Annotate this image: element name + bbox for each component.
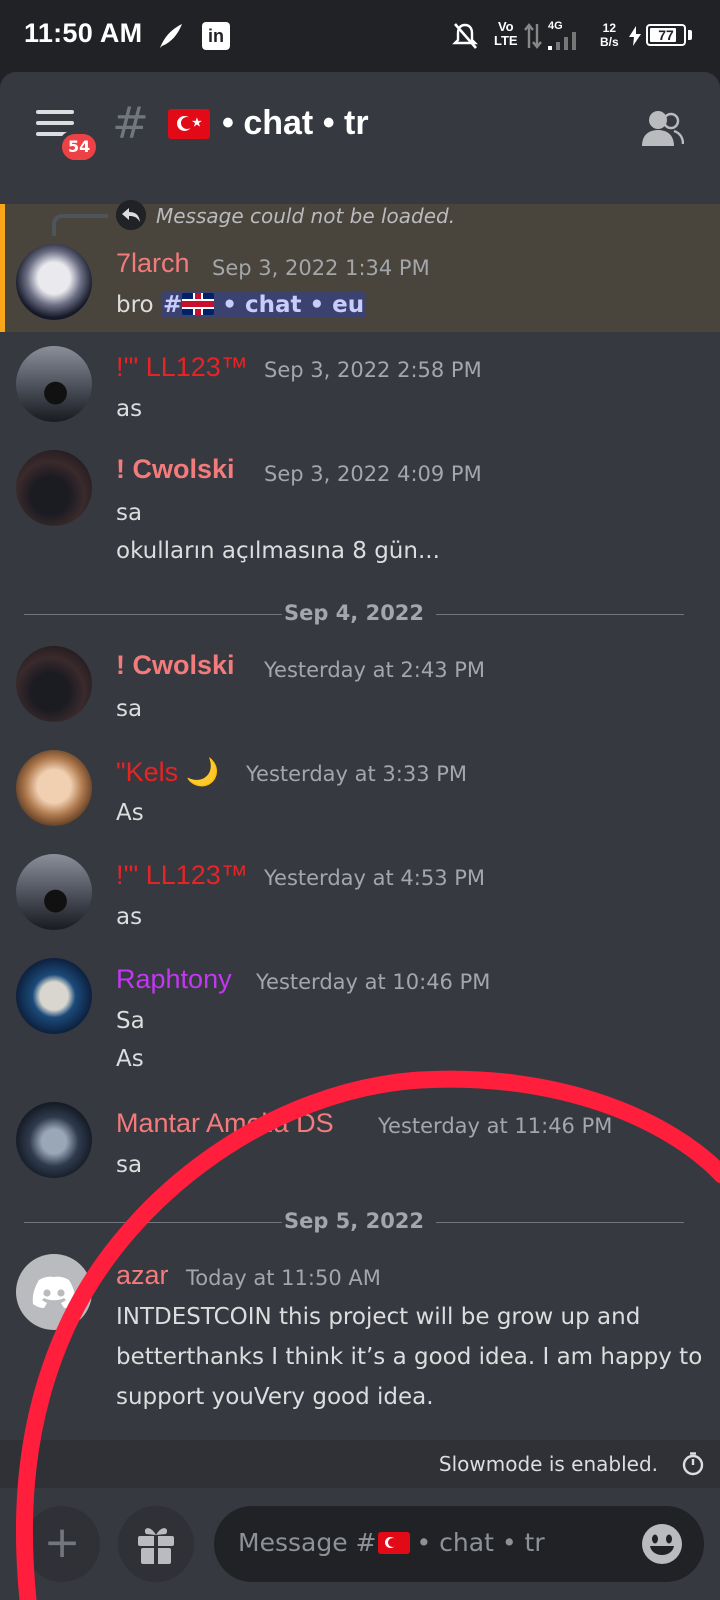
message-line: As	[116, 1046, 144, 1072]
emoji-icon[interactable]	[640, 1522, 684, 1566]
message-line: as	[116, 904, 143, 930]
placeholder-prefix: Message #	[238, 1528, 377, 1557]
message-line: betterthanks I think it’s a good idea. I…	[116, 1344, 703, 1370]
avatar[interactable]	[16, 646, 92, 722]
discord-logo-icon	[32, 1276, 76, 1308]
status-time: 11:50 AM	[24, 18, 143, 48]
slowmode-text: Slowmode is enabled.	[438, 1452, 658, 1476]
turkey-flag-icon	[378, 1531, 411, 1554]
reply-icon	[116, 200, 146, 230]
message-line: Sa	[116, 1008, 145, 1034]
username[interactable]: 7larch	[116, 248, 190, 279]
timestamp: Yesterday at 10:46 PM	[256, 970, 491, 994]
username[interactable]: Raphtony	[116, 964, 232, 995]
date-divider: Sep 5, 2022	[24, 1208, 684, 1238]
timestamp: Yesterday at 2:43 PM	[264, 658, 486, 682]
feather-icon	[160, 24, 182, 48]
timer-icon	[682, 1452, 704, 1476]
mention-label: • chat • eu	[222, 292, 365, 318]
message-line: bro	[116, 292, 154, 318]
message-line: sa	[116, 1152, 143, 1178]
add-attachment-button[interactable]: +	[24, 1506, 100, 1582]
channel-name: • chat • tr	[222, 104, 369, 142]
battery-icon: 77	[646, 24, 686, 46]
message-line: as	[116, 396, 143, 422]
timestamp: Sep 3, 2022 2:58 PM	[264, 358, 482, 382]
channel-mention[interactable]: # • chat • eu	[160, 292, 367, 318]
message-composer: + Message # • chat • tr	[0, 1488, 720, 1600]
battery-level: 77	[658, 27, 674, 43]
gift-icon	[138, 1528, 174, 1564]
message-input-placeholder: Message # • chat • tr	[238, 1528, 545, 1557]
username[interactable]: !'" LL123™	[116, 352, 248, 383]
avatar[interactable]	[16, 346, 92, 422]
volte-indicator: Vo LTE	[494, 19, 518, 48]
linkedin-icon: in	[202, 22, 230, 50]
date-divider: Sep 4, 2022	[24, 600, 684, 630]
username[interactable]: ! Cwolski	[116, 454, 235, 485]
avatar[interactable]	[16, 1254, 92, 1330]
timestamp: Sep 3, 2022 4:09 PM	[264, 462, 482, 486]
message-line: As	[116, 800, 144, 826]
username[interactable]: ! Cwolski	[116, 650, 235, 681]
timestamp: Sep 3, 2022 1:34 PM	[212, 256, 430, 280]
username[interactable]: "Kels 🌙	[116, 756, 219, 788]
timestamp: Yesterday at 3:33 PM	[246, 762, 468, 786]
avatar[interactable]	[16, 1102, 92, 1178]
unread-badge: 54	[58, 130, 101, 164]
reply-preview-text: Message could not be loaded.	[156, 204, 456, 228]
username[interactable]: Mantar Amelia DS	[116, 1108, 334, 1139]
message-line: sa	[116, 696, 143, 722]
avatar[interactable]	[16, 450, 92, 526]
avatar[interactable]	[16, 854, 92, 930]
message-line: sa	[116, 500, 143, 526]
timestamp: Yesterday at 11:46 PM	[378, 1114, 613, 1138]
members-icon[interactable]	[640, 108, 684, 148]
uk-flag-icon	[182, 293, 215, 315]
data-arrows-icon	[524, 23, 542, 49]
message-list[interactable]: Message could not be loaded. 7larch Sep …	[0, 184, 720, 1440]
turkey-flag-icon: ★	[168, 108, 210, 139]
timestamp: Today at 11:50 AM	[186, 1266, 381, 1290]
hashtag-icon: #	[112, 98, 149, 149]
mute-notification-icon	[452, 23, 478, 49]
net-speed: 12 B/s	[600, 21, 619, 49]
message-line: INTDESTCOIN this project will be grow up…	[116, 1304, 641, 1330]
date-divider-label: Sep 4, 2022	[283, 601, 425, 625]
date-divider-label: Sep 5, 2022	[283, 1209, 425, 1233]
charging-icon	[629, 26, 641, 46]
avatar[interactable]	[16, 244, 92, 320]
placeholder-channel: • chat • tr	[416, 1528, 545, 1557]
reply-connector	[52, 214, 108, 236]
avatar[interactable]	[16, 958, 92, 1034]
gift-button[interactable]	[118, 1506, 194, 1582]
message-line: support youVery good idea.	[116, 1384, 434, 1410]
slowmode-bar: Slowmode is enabled.	[0, 1440, 720, 1488]
channel-title[interactable]: ★ • chat • tr	[168, 104, 369, 143]
message-input[interactable]: Message # • chat • tr	[214, 1506, 704, 1582]
timestamp: Yesterday at 4:53 PM	[264, 866, 486, 890]
message-line: okulların açılmasına 8 gün...	[116, 538, 440, 564]
status-bar: 11:50 AM in Vo LTE 4G 12 B/s 77	[0, 0, 720, 72]
channel-header: 54 # ★ • chat • tr	[0, 72, 720, 184]
username[interactable]: azar	[116, 1260, 169, 1291]
avatar[interactable]	[16, 750, 92, 826]
message-text: bro # • chat • eu	[116, 286, 367, 324]
net-speed-value: 12	[602, 21, 617, 35]
net-speed-unit: B/s	[600, 35, 619, 49]
username[interactable]: !'" LL123™	[116, 860, 248, 891]
signal-icon	[548, 32, 576, 50]
